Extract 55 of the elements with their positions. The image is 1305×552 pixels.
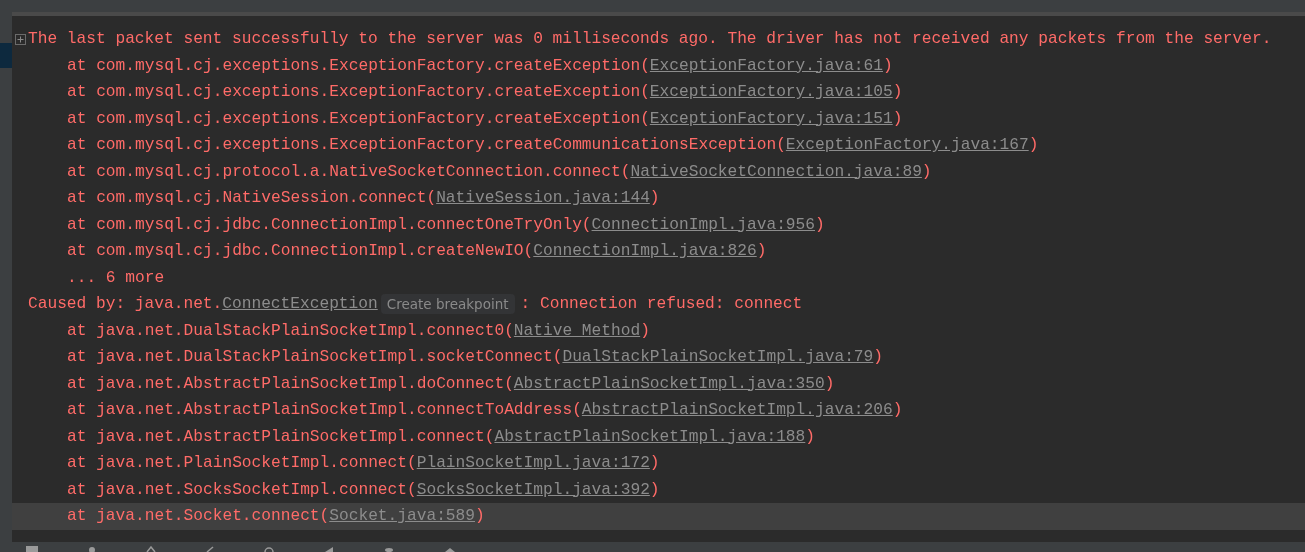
- source-link[interactable]: Native Method: [513, 321, 641, 340]
- create-breakpoint-button[interactable]: Create breakpoint: [380, 294, 515, 315]
- stack-frame-text: at com.mysql.cj.exceptions.ExceptionFactory.createException(: [67, 83, 650, 102]
- source-link[interactable]: ConnectionImpl.java:956: [591, 215, 815, 234]
- paren-text: ): [815, 215, 825, 234]
- stack-frame-text: at java.net.DualStackPlainSocketImpl.socketConnect(: [67, 348, 563, 367]
- source-link[interactable]: AbstractPlainSocketImpl.java:188: [494, 427, 806, 446]
- stack-frame-text: at com.mysql.cj.jdbc.ConnectionImpl.connectOneTryOnly(: [67, 215, 592, 234]
- paren-text: ): [824, 374, 835, 393]
- source-link[interactable]: ExceptionFactory.java:61: [649, 56, 883, 75]
- error-message: The last packet sent successfully to the server was 0 milliseconds ago. The driver has not received any packets from the server.: [28, 30, 1272, 49]
- source-link[interactable]: Socket.java:589: [329, 507, 475, 526]
- source-link[interactable]: SocksSocketImpl.java:392: [416, 480, 650, 499]
- source-link[interactable]: ExceptionFactory.java:105: [649, 83, 893, 102]
- source-link[interactable]: NativeSession.java:144: [436, 189, 650, 208]
- paren-text: ): [756, 242, 767, 261]
- paren-text: ): [649, 480, 660, 499]
- paren-text: ): [883, 56, 893, 75]
- paren-text: ): [805, 427, 815, 446]
- paren-text: ): [649, 454, 660, 473]
- stack-frame-text: at com.mysql.cj.NativeSession.connect(: [67, 189, 437, 208]
- source-link[interactable]: AbstractPlainSocketImpl.java:350: [513, 374, 825, 393]
- expand-icon[interactable]: [15, 33, 26, 45]
- stack-frame-text: at java.net.PlainSocketImpl.connect(: [67, 454, 417, 473]
- source-link[interactable]: ExceptionFactory.java:167: [785, 136, 1029, 155]
- stack-frame-text: at com.mysql.cj.exceptions.ExceptionFactory.createCommunicationsException(: [67, 136, 786, 155]
- source-link[interactable]: DualStackPlainSocketImpl.java:79: [562, 348, 874, 367]
- source-link[interactable]: ExceptionFactory.java:151: [649, 109, 893, 128]
- paren-text: ): [1028, 136, 1039, 155]
- stack-frame-text: at java.net.AbstractPlainSocketImpl.doConnect(: [67, 374, 514, 393]
- paren-text: ): [873, 348, 883, 367]
- stack-frame-text: at java.net.Socket.connect(: [67, 507, 330, 526]
- paren-text: ): [892, 83, 903, 102]
- source-link[interactable]: ConnectionImpl.java:826: [533, 242, 757, 261]
- stack-frame-text: at java.net.AbstractPlainSocketImpl.connectToAddress(: [67, 401, 582, 420]
- source-link[interactable]: NativeSocketConnection.java:89: [630, 162, 922, 181]
- error-detail-text: : Connection refused: connect: [520, 295, 803, 314]
- stack-frame-text: at com.mysql.cj.protocol.a.NativeSocketConnection.connect(: [67, 162, 631, 181]
- paren-text: ): [921, 162, 932, 181]
- source-link[interactable]: PlainSocketImpl.java:172: [416, 454, 650, 473]
- stack-frame-text: at com.mysql.cj.exceptions.ExceptionFactory.createException(: [67, 56, 650, 75]
- caused-by-text: Caused by: java.net.: [28, 295, 223, 314]
- paren-text: ): [649, 189, 660, 208]
- stack-frame-text: at java.net.SocksSocketImpl.connect(: [67, 480, 417, 499]
- more-frames-text: ... 6 more: [67, 268, 165, 287]
- paren-text: ): [640, 321, 650, 340]
- stack-frame-text: at com.mysql.cj.jdbc.ConnectionImpl.createNewIO(: [67, 242, 534, 261]
- paren-text: ): [892, 401, 903, 420]
- paren-text: ): [892, 109, 903, 128]
- exception-link[interactable]: ConnectException: [222, 295, 378, 314]
- paren-text: ): [475, 507, 485, 526]
- source-link[interactable]: AbstractPlainSocketImpl.java:206: [581, 401, 893, 420]
- stack-frame-text: at java.net.DualStackPlainSocketImpl.connect0(: [67, 321, 514, 340]
- stack-frame-text: at java.net.AbstractPlainSocketImpl.connect(: [67, 427, 495, 446]
- stack-frame-text: at com.mysql.cj.exceptions.ExceptionFactory.createException(: [67, 109, 650, 128]
